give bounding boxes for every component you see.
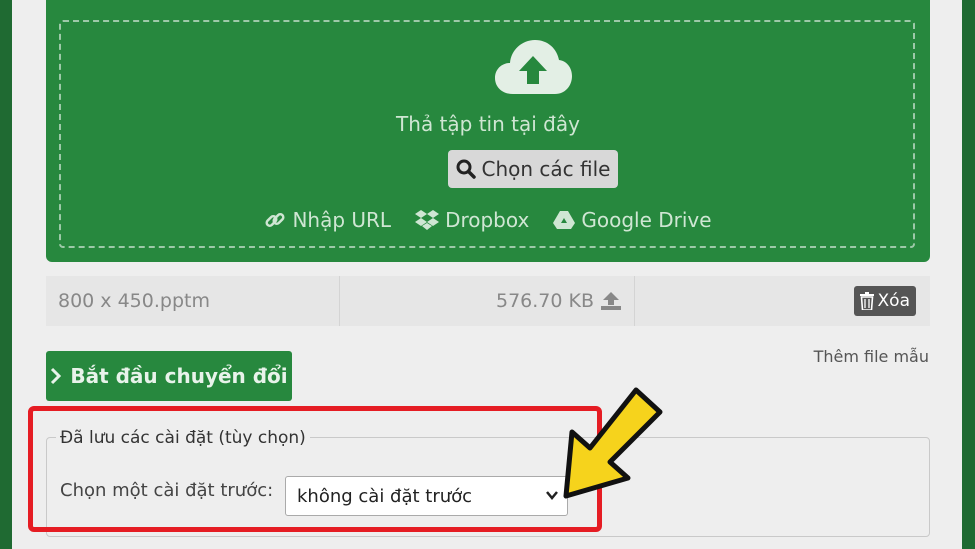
file-size-cell: 576.70 KB bbox=[340, 276, 635, 326]
choose-files-label: Chọn các file bbox=[481, 157, 611, 181]
upload-icon bbox=[601, 292, 621, 310]
choose-files-button[interactable]: Chọn các file bbox=[448, 150, 618, 188]
link-icon bbox=[265, 212, 285, 228]
source-dropbox-link[interactable]: Dropbox bbox=[415, 208, 529, 232]
google-drive-icon bbox=[553, 211, 576, 229]
highlight-box bbox=[28, 406, 602, 532]
upload-sources: Nhập URL Dropbox Google Drive bbox=[46, 208, 930, 232]
file-delete-cell: Xóa bbox=[635, 276, 930, 326]
source-url-link[interactable]: Nhập URL bbox=[264, 208, 391, 232]
upload-dropzone[interactable]: Thả tập tin tại đây Chọn các file Nhập U… bbox=[46, 0, 930, 262]
add-sample-file-link[interactable]: Thêm file mẫu bbox=[814, 347, 929, 366]
delete-file-label: Xóa bbox=[877, 291, 910, 311]
cloud-upload-icon bbox=[495, 40, 572, 94]
dropbox-icon bbox=[415, 210, 440, 230]
file-size: 576.70 KB bbox=[495, 290, 594, 312]
source-google-drive-link[interactable]: Google Drive bbox=[553, 208, 712, 232]
file-row: 800 x 450.pptm 576.70 KB Xóa bbox=[46, 276, 930, 326]
drop-files-text: Thả tập tin tại đây bbox=[396, 112, 580, 136]
trash-icon bbox=[859, 292, 874, 310]
pointer-arrow-icon bbox=[563, 387, 663, 499]
source-google-drive-label: Google Drive bbox=[581, 208, 712, 232]
search-icon bbox=[456, 159, 476, 179]
source-dropbox-label: Dropbox bbox=[445, 208, 530, 232]
start-conversion-button[interactable]: Bắt đầu chuyển đổi bbox=[46, 351, 292, 401]
delete-file-button[interactable]: Xóa bbox=[853, 286, 916, 316]
file-name: 800 x 450.pptm bbox=[46, 276, 340, 326]
start-conversion-label: Bắt đầu chuyển đổi bbox=[70, 364, 288, 388]
source-url-label: Nhập URL bbox=[292, 208, 392, 232]
chevron-right-icon bbox=[51, 367, 62, 385]
